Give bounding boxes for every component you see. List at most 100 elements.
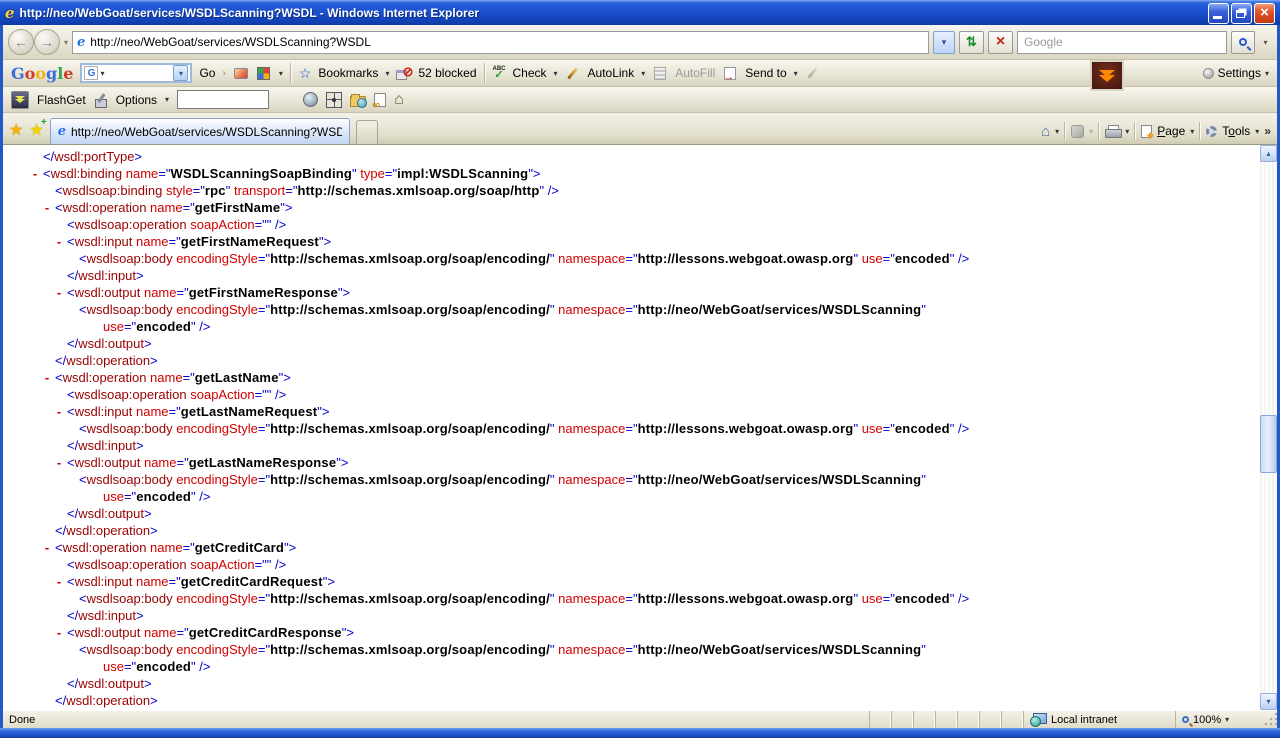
collapse-marker[interactable]: - xyxy=(42,539,52,556)
print-button[interactable] xyxy=(1105,125,1120,137)
restore-button[interactable] xyxy=(1231,3,1252,24)
flashget-search-input[interactable] xyxy=(177,90,269,109)
print-dropdown[interactable]: ▾ xyxy=(1125,127,1129,136)
search-go-button[interactable] xyxy=(1231,31,1255,54)
download-links-icon[interactable] xyxy=(374,93,386,107)
search-options-dropdown[interactable]: ▾ xyxy=(1259,31,1272,54)
xml-line: </wsdl:input> xyxy=(3,437,1257,454)
scroll-down-button[interactable]: ▾ xyxy=(1260,693,1277,710)
xml-line: <wsdlsoap:body encodingStyle="http://sch… xyxy=(3,641,1257,658)
address-bar[interactable]: e http://neo/WebGoat/services/WSDLScanni… xyxy=(72,31,929,54)
zoom-control[interactable]: 100% ▾ xyxy=(1175,711,1263,728)
sendto-label[interactable]: Send to xyxy=(745,66,786,80)
xml-line: <wsdlsoap:operation soapAction="" /> xyxy=(3,556,1257,573)
toolbar-separator xyxy=(1134,122,1136,140)
flashget-home-icon[interactable]: ⌂ xyxy=(394,92,404,108)
bookmarks-dropdown[interactable]: ▾ xyxy=(385,69,389,78)
flashget-drop-zone[interactable] xyxy=(1090,60,1124,91)
back-button[interactable]: ← xyxy=(8,29,34,55)
chevron-down-icon[interactable]: ▾ xyxy=(100,69,104,78)
toolbar-separator xyxy=(1199,122,1201,140)
history-dropdown[interactable]: ▾ xyxy=(64,38,68,47)
toolbar-separator xyxy=(484,63,486,83)
flashget-toolbar: FlashGet Options ▾ ⌂ xyxy=(3,87,1277,113)
autolink-dropdown[interactable]: ▾ xyxy=(641,69,645,78)
toolbar-collapse-icon[interactable]: › xyxy=(222,68,225,79)
google-news-button[interactable] xyxy=(233,65,249,81)
sendto-button[interactable] xyxy=(722,65,738,81)
google-combo-dropdown[interactable]: ▾ xyxy=(173,65,188,81)
xml-line: <wsdlsoap:body encodingStyle="http://sch… xyxy=(3,301,1257,318)
autolink-label[interactable]: AutoLink xyxy=(588,66,635,80)
capture-target-icon[interactable] xyxy=(326,92,342,108)
collapse-marker[interactable]: - xyxy=(42,369,52,386)
xml-line: <wsdlsoap:body encodingStyle="http://sch… xyxy=(3,420,1257,437)
autofill-label: AutoFill xyxy=(675,66,715,80)
collapse-marker[interactable]: - xyxy=(42,199,52,216)
xml-line: <wsdlsoap:operation soapAction="" /> xyxy=(3,216,1257,233)
resize-grip[interactable] xyxy=(1263,711,1277,728)
add-favorite-button[interactable]: ★ + xyxy=(29,120,43,140)
bookmarks-button[interactable]: Bookmarks xyxy=(318,66,378,80)
google-go-button[interactable]: Go xyxy=(199,66,215,80)
options-button[interactable]: Options xyxy=(116,93,157,107)
settings-dropdown[interactable]: ▾ xyxy=(1265,69,1269,78)
collapse-marker[interactable]: - xyxy=(54,573,64,590)
restore-icon xyxy=(1236,10,1245,18)
address-dropdown-button[interactable]: ▾ xyxy=(933,31,955,54)
refresh-button[interactable]: ⇅ xyxy=(959,31,984,54)
vertical-scrollbar[interactable]: ▴ ▾ xyxy=(1260,145,1277,710)
favorites-center-button[interactable]: ★ xyxy=(9,120,23,140)
url-text[interactable]: http://neo/WebGoat/services/WSDLScanning… xyxy=(90,35,924,49)
scrollbar-thumb[interactable] xyxy=(1260,415,1277,473)
xml-line: -<wsdl:operation name="getFirstName"> xyxy=(3,199,1257,216)
check-button[interactable]: Check xyxy=(513,66,547,80)
tools-dropdown[interactable]: ▾ xyxy=(1255,127,1259,136)
popup-blocked-button[interactable]: 52 blocked xyxy=(418,66,476,80)
sendto-dropdown[interactable]: ▾ xyxy=(794,69,798,78)
active-tab[interactable]: e http://neo/WebGoat/services/WSDLScanni… xyxy=(50,118,350,144)
collapse-marker[interactable]: - xyxy=(54,454,64,471)
flashget-button[interactable]: FlashGet xyxy=(37,93,86,107)
web-search-icon[interactable] xyxy=(303,92,318,107)
autolink-button[interactable] xyxy=(565,65,581,81)
download-folder-icon[interactable] xyxy=(350,96,366,107)
xml-line: </wsdl:operation> xyxy=(3,522,1257,539)
options-dropdown[interactable]: ▾ xyxy=(165,95,169,104)
home-dropdown[interactable]: ▾ xyxy=(1055,127,1059,136)
browser-window: e http://neo/WebGoat/services/WSDLScanni… xyxy=(0,0,1280,738)
title-bar[interactable]: e http://neo/WebGoat/services/WSDLScanni… xyxy=(0,0,1280,25)
search-input[interactable]: Google xyxy=(1017,31,1227,54)
close-button[interactable]: × xyxy=(1254,3,1275,24)
minimize-button[interactable] xyxy=(1208,3,1229,24)
stop-button[interactable]: × xyxy=(988,31,1013,54)
blocked-slash-icon: ⊘ xyxy=(403,65,414,78)
forward-button[interactable]: → xyxy=(34,29,60,55)
tab-bar: ★ ★ + e http://neo/WebGoat/services/WSDL… xyxy=(3,113,1277,145)
page-content: </wsdl:portType>-<wsdl:binding name="WSD… xyxy=(3,145,1277,710)
scroll-up-button[interactable]: ▴ xyxy=(1260,145,1277,162)
toolbar-overflow-button[interactable]: » xyxy=(1264,124,1271,138)
settings-button[interactable]: Settings xyxy=(1218,66,1261,80)
search-placeholder: Google xyxy=(1024,35,1063,49)
pagerank-dropdown[interactable]: ▾ xyxy=(279,69,283,78)
google-logo: Google xyxy=(11,64,73,83)
home-button[interactable]: ⌂ xyxy=(1041,124,1050,139)
check-dropdown[interactable]: ▾ xyxy=(554,69,558,78)
collapse-marker[interactable]: - xyxy=(54,284,64,301)
collapse-marker[interactable]: - xyxy=(30,165,40,182)
xml-line: <wsdlsoap:body encodingStyle="http://sch… xyxy=(3,250,1257,267)
collapse-marker[interactable]: - xyxy=(54,403,64,420)
wand-icon xyxy=(567,67,578,79)
collapse-marker[interactable]: - xyxy=(54,624,64,641)
stop-icon: × xyxy=(996,34,1005,50)
tools-menu-button[interactable]: Tools xyxy=(1222,124,1250,138)
page-menu-button[interactable]: Page xyxy=(1157,124,1185,138)
minimize-icon xyxy=(1213,16,1222,19)
collapse-marker[interactable]: - xyxy=(54,233,64,250)
new-tab-button[interactable] xyxy=(356,120,378,144)
google-search-combo[interactable]: G ▾ ▾ xyxy=(80,63,192,83)
zoom-dropdown[interactable]: ▾ xyxy=(1225,715,1229,724)
page-dropdown[interactable]: ▾ xyxy=(1190,127,1194,136)
pagerank-button[interactable] xyxy=(256,65,272,81)
